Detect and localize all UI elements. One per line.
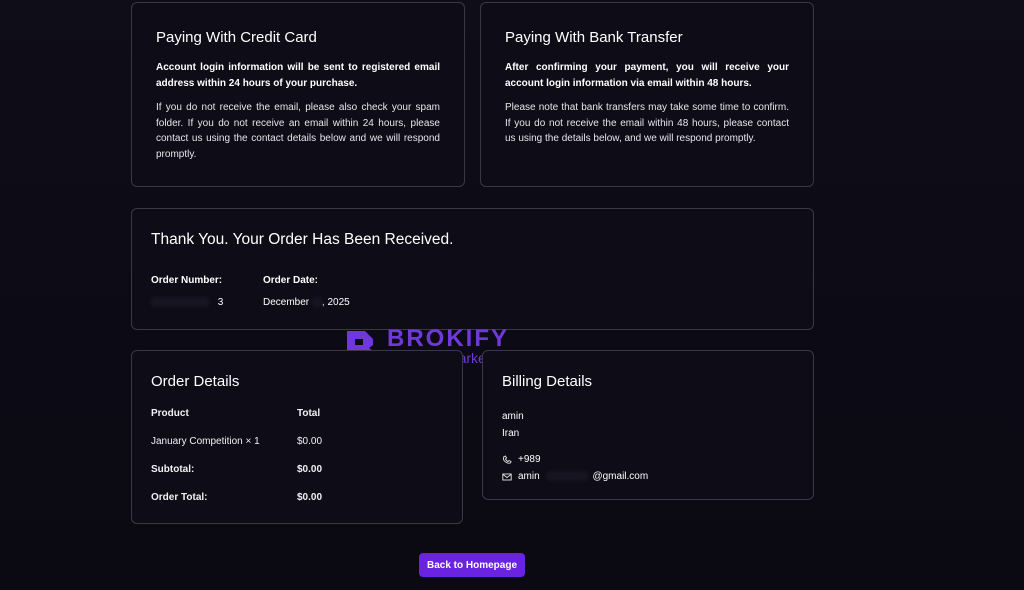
redacted-order-number	[151, 297, 209, 308]
item-total: $0.00	[297, 436, 323, 447]
order-date-year: , 2025	[321, 297, 350, 308]
redacted-email	[546, 471, 589, 482]
order-number-value: 3	[151, 297, 223, 308]
order-details-card: Order Details Product Total January Comp…	[131, 350, 463, 524]
credit-card-info-card: Paying With Credit Card Account login in…	[131, 2, 465, 187]
bank-transfer-lead: After confirming your payment, you will …	[505, 62, 789, 89]
billing-email-domain: @gmail.com	[592, 471, 649, 482]
billing-details-card: Billing Details amin Iran +989 amin @gma…	[482, 350, 814, 500]
credit-card-body: If you do not receive the email, please …	[156, 102, 440, 160]
order-number-suffix: 3	[217, 297, 224, 308]
redacted-order-day	[311, 297, 322, 308]
subtotal-row: Subtotal: $0.00	[151, 464, 443, 492]
billing-phone-line: +989	[502, 451, 794, 468]
order-total-label: Order Total:	[151, 492, 208, 503]
credit-card-lead: Account login information will be sent t…	[156, 62, 440, 89]
order-received-title: Thank You. Your Order Has Been Received.	[151, 231, 454, 248]
phone-icon	[503, 454, 512, 464]
billing-email: amin @gmail.com	[518, 468, 648, 485]
order-number-label: Order Number:	[151, 275, 223, 286]
billing-country: Iran	[502, 428, 520, 439]
billing-phone: +989	[518, 454, 541, 465]
order-details-title: Order Details	[151, 373, 240, 390]
order-total-row: Order Total: $0.00	[151, 492, 443, 520]
billing-name: amin	[502, 411, 524, 422]
order-received-card: Thank You. Your Order Has Been Received.…	[131, 208, 814, 330]
billing-details-title: Billing Details	[502, 373, 593, 390]
header-product: Product	[151, 408, 189, 419]
back-to-homepage-button[interactable]: Back to Homepage	[419, 553, 525, 577]
bank-transfer-body: Please note that bank transfers may take…	[505, 102, 789, 144]
header-total: Total	[297, 408, 321, 419]
subtotal-value: $0.00	[297, 464, 323, 475]
order-date-value: December , 2025	[263, 297, 350, 308]
item-product: January Competition × 1	[151, 436, 260, 447]
billing-email-user: amin	[518, 471, 540, 482]
bank-transfer-info-card: Paying With Bank Transfer After confirmi…	[480, 2, 814, 187]
subtotal-label: Subtotal:	[151, 464, 195, 475]
table-header-row: Product Total	[151, 408, 443, 436]
order-date-label: Order Date:	[263, 275, 319, 286]
order-date-month: December	[263, 297, 310, 308]
credit-card-title: Paying With Credit Card	[156, 29, 317, 46]
billing-email-line: amin @gmail.com	[502, 468, 794, 485]
table-row: January Competition × 1 $0.00	[151, 436, 443, 464]
order-total-value: $0.00	[297, 492, 323, 503]
bank-transfer-title: Paying With Bank Transfer	[505, 29, 683, 46]
order-details-table: Product Total January Competition × 1 $0…	[151, 408, 443, 520]
mail-icon	[502, 473, 512, 480]
billing-info: amin Iran +989 amin @gmail.com	[502, 408, 794, 485]
